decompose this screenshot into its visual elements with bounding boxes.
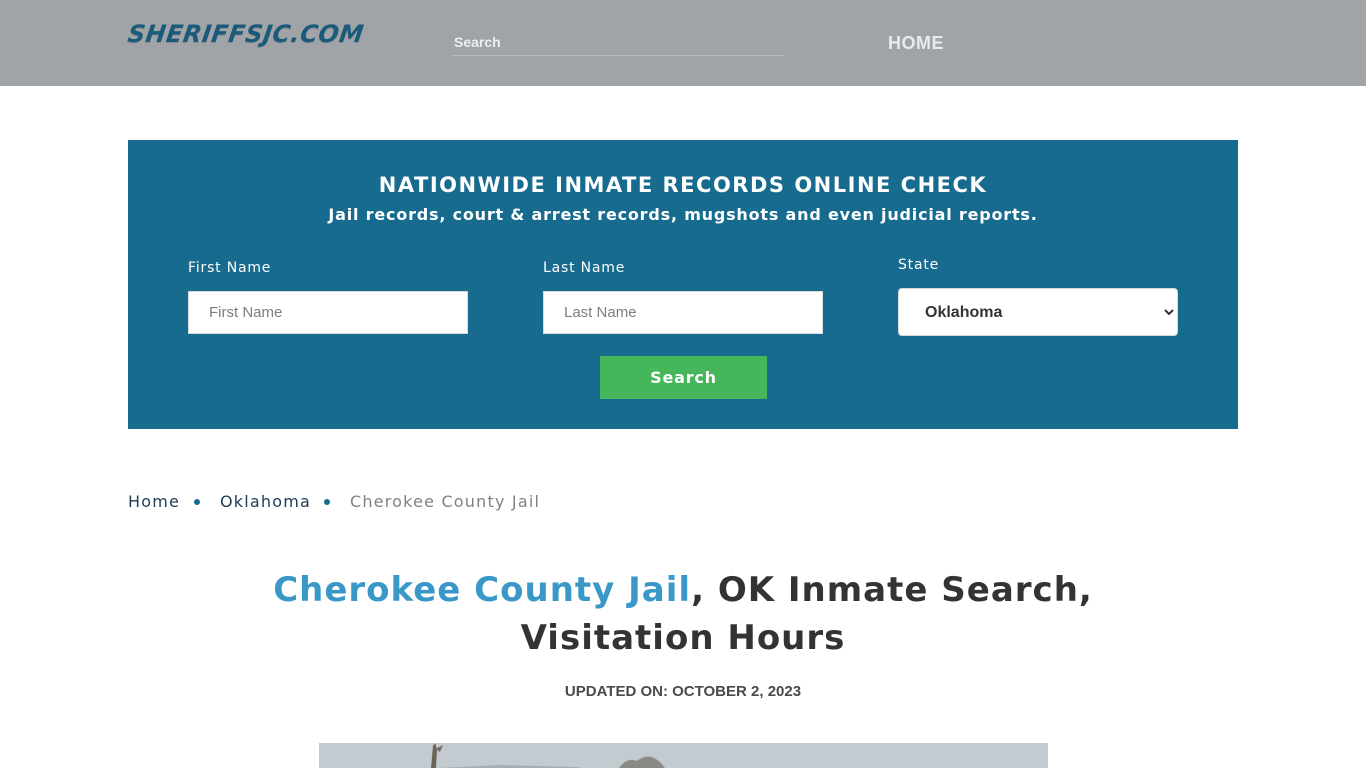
facility-photo-image (319, 743, 1048, 768)
nav-home-link[interactable]: HOME (888, 33, 944, 54)
updated-date: UPDATED ON: OCTOBER 2, 2023 (564, 683, 802, 700)
state-label: State (898, 257, 940, 273)
state-select[interactable]: Oklahoma (898, 288, 1178, 336)
search-button[interactable]: Search (600, 356, 767, 399)
breadcrumb-current: Cherokee County Jail (350, 492, 541, 511)
facility-photo (319, 743, 1048, 768)
hero-subtitle: Jail records, court & arrest records, mu… (328, 205, 1038, 224)
inmate-search-panel: NATIONWIDE INMATE RECORDS ONLINE CHECK J… (128, 140, 1238, 429)
breadcrumb-state[interactable]: Oklahoma (220, 492, 311, 511)
breadcrumb-separator-icon (194, 499, 200, 505)
header-search-input[interactable] (452, 30, 784, 54)
page-title: Cherokee County Jail, OK Inmate Search, … (200, 566, 1166, 662)
last-name-label: Last Name (543, 260, 626, 276)
breadcrumb-home[interactable]: Home (128, 492, 180, 511)
header-search (452, 30, 784, 56)
page-title-highlight: Cherokee County Jail (273, 570, 692, 610)
site-logo[interactable]: SHERIFFSJC.COM (126, 20, 366, 48)
breadcrumb-separator-icon (324, 499, 330, 505)
site-header: SHERIFFSJC.COM HOME (0, 0, 1366, 86)
hero-title: NATIONWIDE INMATE RECORDS ONLINE CHECK (378, 173, 988, 197)
first-name-label: First Name (188, 260, 272, 276)
first-name-input[interactable] (188, 291, 468, 334)
last-name-input[interactable] (543, 291, 823, 334)
